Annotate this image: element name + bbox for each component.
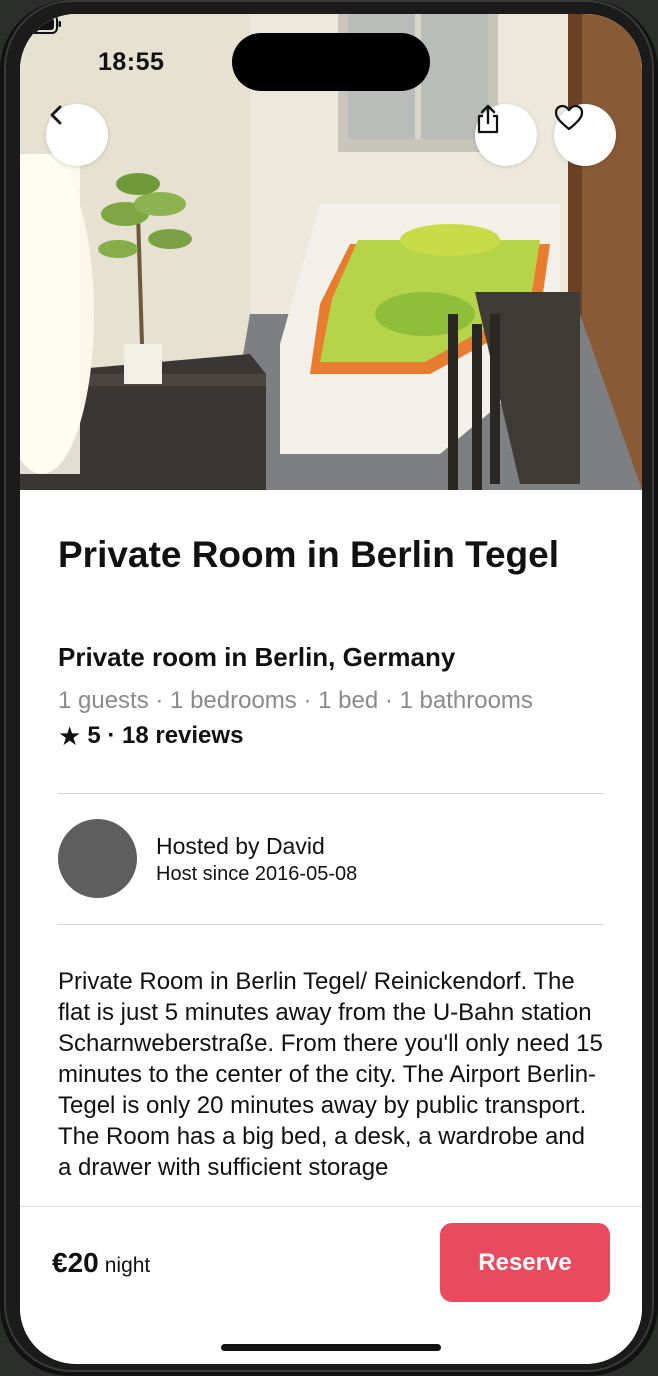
battery-icon	[20, 14, 61, 34]
listing-title: Private Room in Berlin Tegel	[58, 534, 559, 575]
dynamic-island	[232, 33, 430, 91]
heart-icon	[554, 104, 584, 131]
share-button[interactable]	[475, 104, 537, 166]
back-button[interactable]	[46, 104, 108, 166]
price-amount: €20	[52, 1247, 99, 1278]
divider	[58, 924, 604, 925]
divider	[58, 793, 604, 794]
home-indicator[interactable]	[221, 1344, 441, 1351]
status-bar: 18:55	[20, 14, 642, 104]
listing-subtitle: Private room in Berlin, Germany	[58, 642, 456, 672]
reserve-button[interactable]: Reserve	[440, 1223, 610, 1302]
host-since: Host since 2016-05-08	[156, 863, 358, 885]
booking-bar: €20 night Reserve	[20, 1206, 642, 1364]
listing-description: Private Room in Berlin Tegel/ Reinickend…	[58, 968, 603, 1181]
host-name: Hosted by David	[156, 833, 325, 859]
star-icon: ★	[58, 721, 82, 751]
listing-photo: 18:55	[20, 14, 642, 490]
listing-meta: 1 guests · 1 bedrooms · 1 bed · 1 bathro…	[58, 687, 533, 714]
host-avatar	[58, 819, 137, 898]
price-unit: night	[104, 1254, 151, 1277]
favorite-button[interactable]	[554, 104, 616, 166]
device-frame: 18:55 Private Room in Berlin Tegel Priva…	[0, 0, 658, 1376]
share-icon	[477, 104, 499, 134]
price: €20 night	[52, 1247, 150, 1279]
status-time: 18:55	[98, 48, 165, 76]
chevron-left-icon	[50, 105, 62, 125]
listing-rating[interactable]: ★ 5 · 18 reviews	[58, 722, 243, 750]
rating-text: 5 · 18 reviews	[87, 722, 244, 749]
screen: 18:55 Private Room in Berlin Tegel Priva…	[20, 14, 642, 1364]
